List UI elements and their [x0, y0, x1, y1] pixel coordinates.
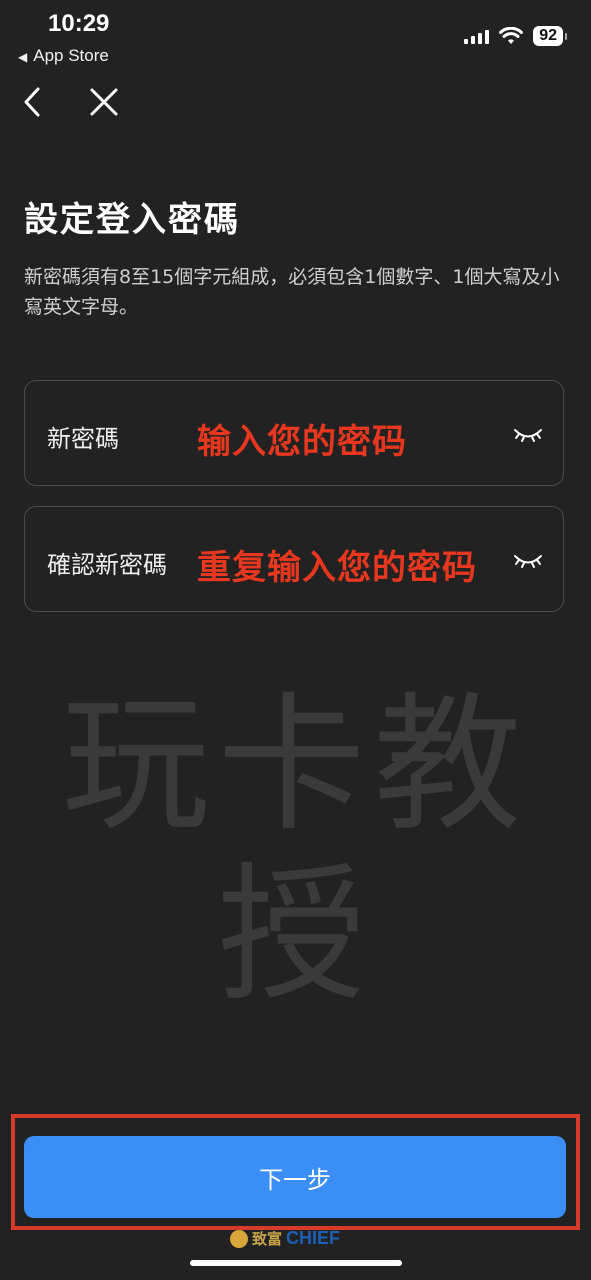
new-password-field[interactable]: 新密碼 输入您的密码 — [24, 380, 564, 486]
brand-cn-text: 致富 — [252, 1231, 283, 1248]
password-requirements-text: 新密碼須有8至15個字元組成，必須包含1個數字、1個大寫及小寫英文字母。 — [24, 266, 560, 318]
back-app-label: App Store — [33, 46, 109, 65]
back-triangle-icon: ◀ — [18, 50, 28, 64]
back-to-app-store-link[interactable]: ◀ App Store — [18, 46, 109, 66]
battery-indicator: 92 — [533, 26, 567, 46]
brand-en-text: CHIEF — [286, 1228, 341, 1248]
close-icon[interactable] — [86, 84, 122, 120]
brand-watermark: 致富 CHIEF — [230, 1228, 340, 1249]
confirm-password-field[interactable]: 確認新密碼 重复输入您的密码 — [24, 506, 564, 612]
new-password-annotation: 输入您的密码 — [197, 422, 407, 462]
watermark-text: 玩卡教授 — [61, 679, 530, 1021]
confirm-password-annotation: 重复输入您的密码 — [197, 548, 477, 588]
new-password-label: 新密碼 — [47, 425, 119, 453]
status-time: 10:29 — [48, 10, 110, 37]
home-indicator[interactable] — [190, 1260, 402, 1266]
eye-closed-icon[interactable] — [513, 549, 543, 571]
status-indicators: 92 — [464, 26, 567, 46]
back-chevron-icon[interactable] — [16, 84, 52, 120]
wifi-icon — [499, 27, 524, 44]
cellular-signal-icon — [464, 28, 490, 44]
page-title: 設定登入密碼 — [24, 200, 240, 240]
brand-logo-icon — [230, 1229, 248, 1248]
eye-closed-icon[interactable] — [513, 423, 543, 445]
confirm-password-label: 確認新密碼 — [47, 551, 167, 579]
next-button[interactable]: 下一步 — [24, 1136, 566, 1218]
